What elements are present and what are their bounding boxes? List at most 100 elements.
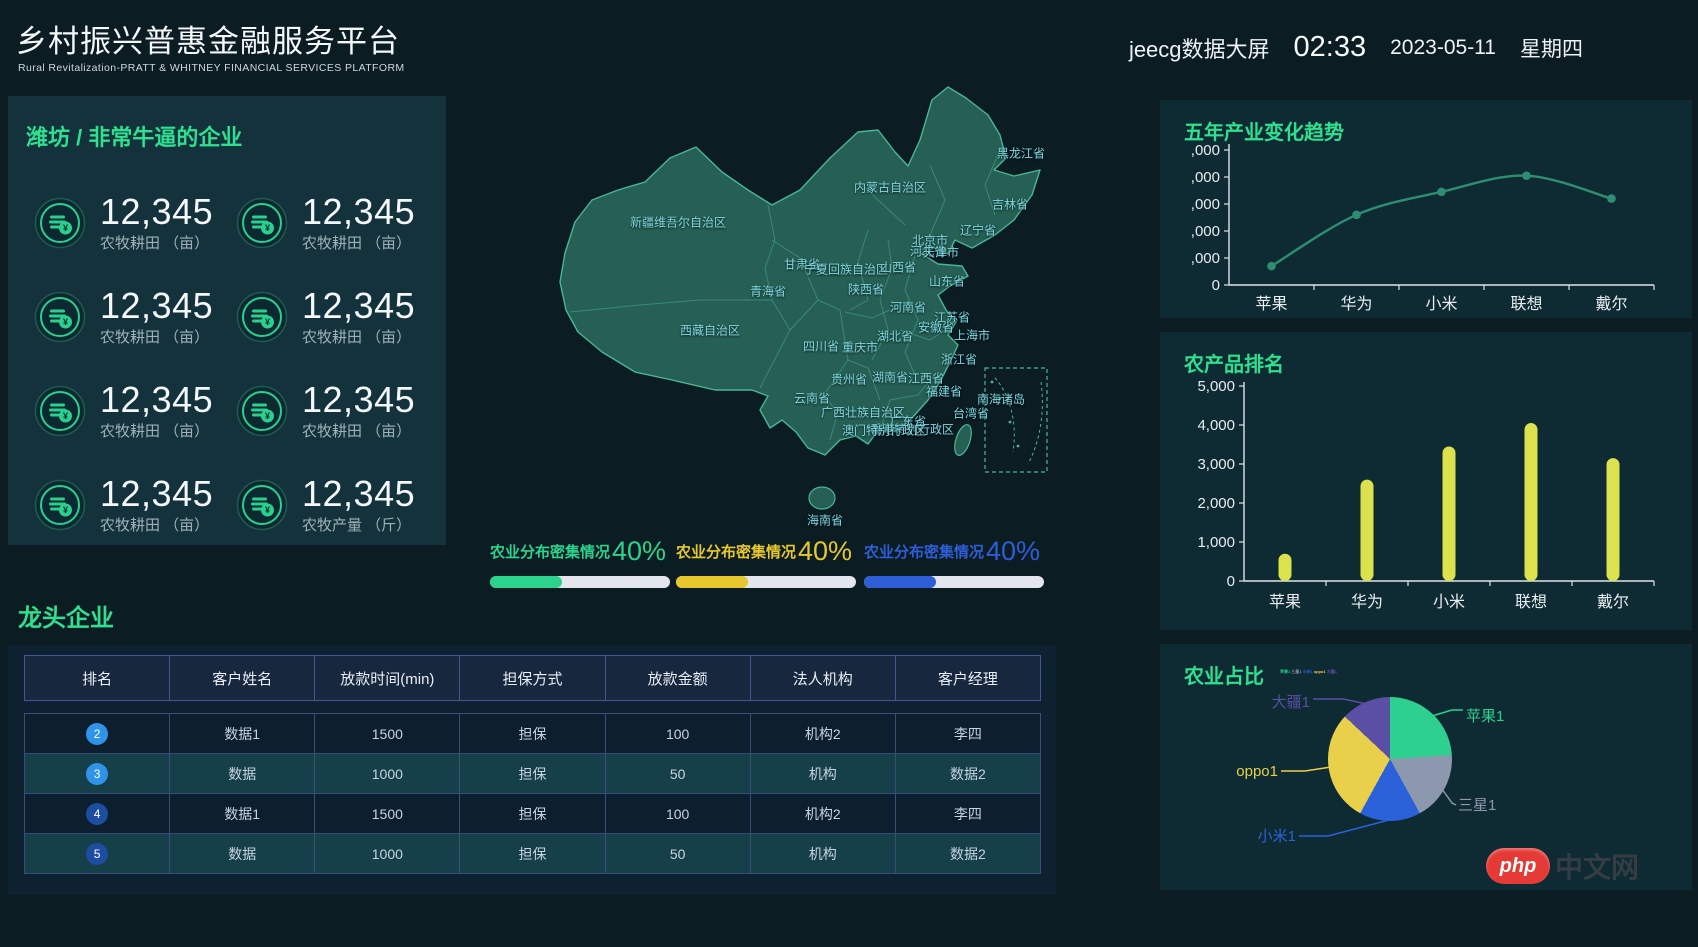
progress-fill [490,576,562,588]
stat-label: 农牧耕田 （亩） [100,420,213,441]
table-row[interactable]: 2数据11500担保100机构2李四 [24,714,1040,754]
svg-text:5,000: 5,000 [1197,378,1235,395]
svg-text:¥: ¥ [265,317,270,327]
table-row[interactable]: 4数据11500担保100机构2李四 [24,794,1040,834]
svg-text:¥: ¥ [265,223,270,233]
province-label: 河南省 [890,299,926,316]
stat-card: ¥12,345农牧耕田 （亩） [34,460,236,550]
svg-text:,000: ,000 [1191,250,1220,267]
svg-text:,000: ,000 [1191,169,1220,186]
table-header-cell: 放款时间(min) [314,655,460,701]
province-label: 吉林省 [992,196,1028,213]
rank-cell: 5 [24,833,170,874]
province-label: 贵州省 [831,371,867,388]
coin-stack-yuan-icon: ¥ [34,385,86,437]
progress-track [676,576,856,588]
province-label: 福建省 [926,383,962,400]
stat-card: ¥12,345农牧耕田 （亩） [34,366,236,456]
svg-text:小米: 小米 [1433,593,1465,611]
province-label: 重庆市 [842,339,878,356]
ranking-panel-title: 农产品排名 [1184,348,1692,377]
watermark: php 中文网 [1486,846,1639,886]
table-cell: 李四 [895,713,1041,754]
rank-badge: 5 [86,843,108,865]
svg-text:¥: ¥ [63,317,68,327]
table-cell: 担保 [459,793,605,834]
stats-panel: 潍坊 / 非常牛逼的企业 ¥12,345农牧耕田 （亩）¥12,345农牧耕田 … [8,96,446,545]
stat-card: ¥12,345农牧耕田 （亩） [34,178,236,268]
table-header-cell: 法人机构 [750,655,896,701]
stat-value: 12,345 [100,381,213,419]
province-label: 宁夏回族自治区 [804,261,888,278]
svg-text:苹果: 苹果 [1255,295,1287,313]
province-label: 澳门特别行政区 [842,422,926,439]
table-header-row: 排名客户姓名放款时间(min)担保方式放款金额法人机构客户经理 [24,655,1040,701]
density-progress: 农业分布密集情况40% [864,536,1069,588]
coin-stack-yuan-icon: ¥ [236,385,288,437]
rank-badge: 3 [86,763,108,785]
table-row[interactable]: 3数据1000担保50机构数据2 [24,754,1040,794]
stat-card: ¥12,345农牧耕田 （亩） [34,272,236,362]
china-map[interactable]: 新疆维吾尔自治区黑龙江省内蒙古自治区吉林省辽宁省北京市河北省天津市甘肃省宁夏回族… [460,78,1080,593]
table-cell: 数据2 [895,753,1041,794]
svg-text:1,000: 1,000 [1197,534,1235,551]
stat-label: 农牧耕田 （亩） [302,420,415,441]
progress-value: 40% [986,536,1040,567]
brand-label[interactable]: jeecg数据大屏 [1129,32,1270,64]
province-label: 四川省 [803,338,839,355]
table-body: 2数据11500担保100机构2李四3数据1000担保50机构数据24数据115… [24,714,1040,874]
svg-text:¥: ¥ [265,411,270,421]
province-label: 山西省 [880,259,916,276]
table-cell: 50 [605,753,751,794]
stat-label: 农牧耕田 （亩） [100,232,213,253]
stat-value: 12,345 [302,381,415,419]
progress-label: 农业分布密集情况 [676,541,796,562]
stat-label: 农牧耕田 （亩） [100,326,213,347]
stat-label: 农牧产量 （斤） [302,514,415,535]
progress-track [864,576,1044,588]
ranking-bar-chart[interactable]: 01,0002,0003,0004,0005,000苹果华为小米联想戴尔 [1174,376,1679,626]
svg-text:¥: ¥ [63,223,68,233]
stat-label: 农牧耕田 （亩） [302,326,415,347]
stat-value: 12,345 [100,193,213,231]
progress-value: 40% [798,536,852,567]
table-cell: 1500 [314,713,460,754]
svg-text:¥: ¥ [63,505,68,515]
province-label: 山东省 [929,273,965,290]
table-cell: 数据1 [169,793,315,834]
table-cell: 数据1 [169,713,315,754]
stat-card: ¥12,345农牧产量 （斤） [236,460,438,550]
progress-label: 农业分布密集情况 [490,541,610,562]
province-label: 天津市 [923,244,959,261]
svg-text:¥: ¥ [265,505,270,515]
trend-line-chart[interactable]: 0,000,000,000,000,000苹果华为小米联想戴尔 [1174,138,1679,316]
coin-stack-yuan-icon: ¥ [34,291,86,343]
coin-stack-yuan-icon: ¥ [34,479,86,531]
province-label: 湖北省 [877,328,913,345]
stat-value: 12,345 [100,287,213,325]
stat-value: 12,345 [100,475,213,513]
table-row[interactable]: 5数据1000担保50机构数据2 [24,834,1040,874]
svg-text:三星1: 三星1 [1458,797,1496,814]
table-cell: 数据 [169,833,315,874]
table-cell: 50 [605,833,751,874]
dashboard-root: 乡村振兴普惠金融服务平台 Rural Revitalization-PRATT … [0,0,1698,947]
svg-text:,000: ,000 [1191,196,1220,213]
php-logo: php [1486,848,1550,884]
svg-text:华为: 华为 [1340,295,1372,313]
province-label: 浙江省 [941,351,977,368]
svg-text:联想: 联想 [1515,593,1547,611]
table-cell: 机构2 [750,713,896,754]
rank-badge: 2 [86,723,108,745]
header-right: jeecg数据大屏 02:33 2023-05-11 星期四 [1129,0,1583,95]
svg-text:小米: 小米 [1425,295,1457,313]
stat-label: 农牧耕田 （亩） [100,514,213,535]
svg-text:戴尔: 戴尔 [1597,593,1629,611]
svg-text:3,000: 3,000 [1197,456,1235,473]
progress-value: 40% [612,536,666,567]
svg-text:联想: 联想 [1510,295,1542,313]
svg-text:0: 0 [1212,277,1220,294]
svg-text:大疆1: 大疆1 [1272,694,1310,711]
svg-text:oppo1: oppo1 [1236,763,1278,780]
stat-value: 12,345 [302,287,415,325]
